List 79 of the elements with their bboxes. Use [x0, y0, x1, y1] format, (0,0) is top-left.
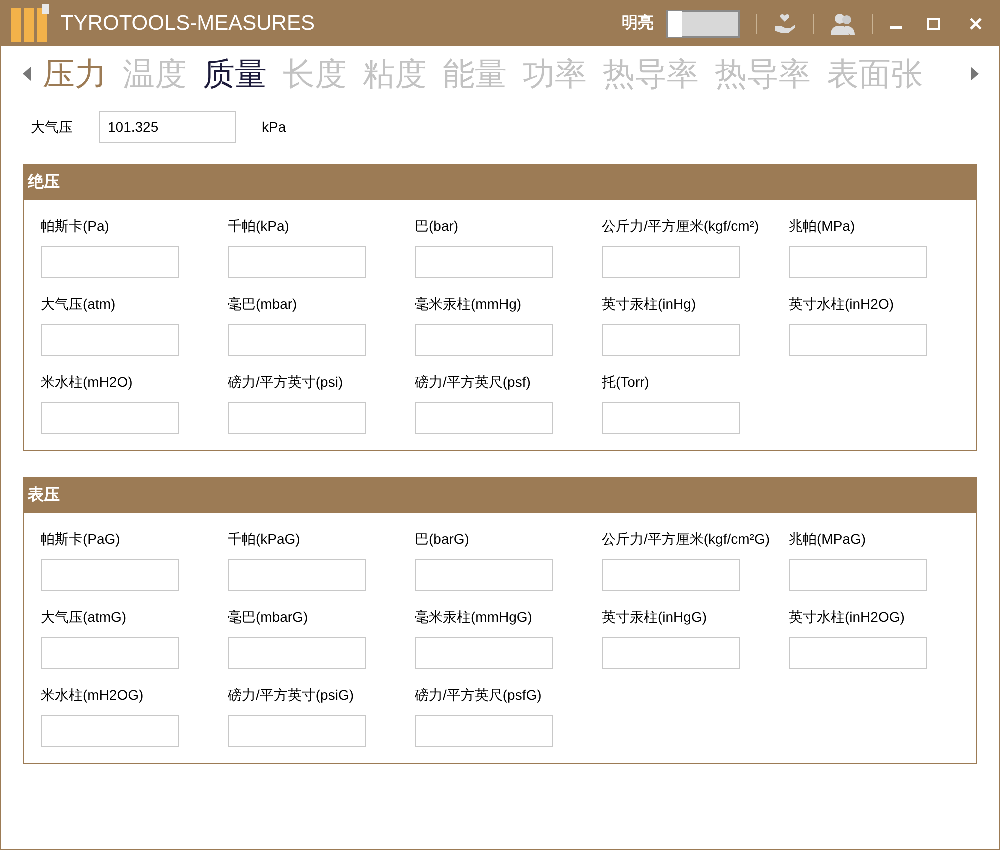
value-input[interactable] — [41, 246, 179, 278]
value-input[interactable] — [228, 559, 366, 591]
unit-label: 英寸水柱(inH2OG) — [789, 608, 906, 627]
tab[interactable]: 长度 — [283, 58, 347, 90]
unit-label: 公斤力/平方厘米(kgf/cm²) — [602, 217, 760, 236]
tab[interactable]: 温度 — [123, 58, 187, 90]
unit-label: 托(Torr) — [602, 373, 650, 392]
value-input[interactable] — [602, 324, 740, 356]
unit-label: 英寸水柱(inH2O) — [789, 295, 896, 314]
value-input[interactable] — [415, 324, 553, 356]
value-input[interactable] — [41, 637, 179, 669]
value-input[interactable] — [602, 402, 740, 434]
tab[interactable]: 质量 — [203, 58, 267, 90]
unit-label: 公斤力/平方厘米(kgf/cm²G) — [602, 530, 771, 549]
left-arrow-icon[interactable] — [23, 67, 31, 81]
unit-label: 千帕(kPaG) — [228, 530, 302, 549]
right-arrow-icon[interactable] — [971, 67, 979, 81]
unit-label: kPa — [262, 118, 286, 136]
unit-label: 巴(barG) — [415, 530, 470, 549]
value-input[interactable] — [415, 559, 553, 591]
value-input[interactable] — [415, 637, 553, 669]
value-input[interactable] — [228, 715, 366, 747]
atmosphere-label: 大气压 — [31, 118, 74, 136]
unit-label: 帕斯卡(PaG) — [41, 530, 122, 549]
value-input[interactable] — [789, 246, 927, 278]
close-icon[interactable] — [969, 16, 983, 30]
unit-label: 磅力/平方英寸(psi) — [228, 373, 344, 392]
tab[interactable]: 热导率 — [603, 58, 699, 90]
unit-label: 磅力/平方英尺(psf) — [415, 373, 532, 392]
unit-label: 大气压(atm) — [41, 295, 117, 314]
unit-label: 英寸汞柱(inHgG) — [602, 608, 708, 627]
unit-label: 磅力/平方英寸(psiG) — [228, 686, 355, 705]
maximize-icon[interactable] — [927, 16, 941, 30]
tab[interactable]: 压力 — [43, 58, 107, 90]
hand-heart-icon[interactable] — [773, 12, 797, 36]
unit-label: 毫巴(mbar) — [228, 295, 298, 314]
unit-label: 兆帕(MPaG) — [789, 530, 867, 549]
value-input[interactable] — [228, 637, 366, 669]
theme-label: 明亮 — [622, 13, 654, 34]
unit-label: 巴(bar) — [415, 217, 460, 236]
unit-label: 米水柱(mH2O) — [41, 373, 134, 392]
unit-label: 磅力/平方英尺(psfG) — [415, 686, 543, 705]
value-input[interactable] — [41, 402, 179, 434]
unit-label: 千帕(kPa) — [228, 217, 290, 236]
tab[interactable]: 能量 — [443, 58, 507, 90]
unit-label: 英寸汞柱(inHg) — [602, 295, 698, 314]
unit-label: 大气压(atmG) — [41, 608, 128, 627]
unit-label: 兆帕(MPa) — [789, 217, 856, 236]
value-input[interactable] — [415, 402, 553, 434]
tab[interactable]: 表面张 — [827, 58, 923, 90]
unit-label: 米水柱(mH2OG) — [41, 686, 145, 705]
value-input[interactable] — [602, 246, 740, 278]
theme-toggle[interactable] — [666, 10, 740, 38]
unit-label: 毫米汞柱(mmHgG) — [415, 608, 534, 627]
value-input[interactable] — [789, 637, 927, 669]
value-input[interactable] — [228, 246, 366, 278]
section-header: 绝压 — [24, 165, 976, 200]
value-input[interactable] — [41, 559, 179, 591]
value-input[interactable] — [415, 715, 553, 747]
value-input[interactable] — [41, 324, 179, 356]
value-input[interactable] — [228, 324, 366, 356]
unit-label: 毫米汞柱(mmHg) — [415, 295, 523, 314]
value-input[interactable] — [602, 637, 740, 669]
tab[interactable]: 热导率 — [715, 58, 811, 90]
value-input[interactable] — [789, 559, 927, 591]
unit-label: 帕斯卡(Pa) — [41, 217, 110, 236]
unit-label: 毫巴(mbarG) — [228, 608, 310, 627]
value-input[interactable] — [415, 246, 553, 278]
value-input[interactable] — [41, 715, 179, 747]
value-input[interactable] — [602, 559, 740, 591]
users-icon[interactable] — [830, 12, 856, 36]
window-title: TYROTOOLS-MEASURES — [61, 10, 315, 37]
value-input[interactable] — [789, 324, 927, 356]
tab[interactable]: 功率 — [523, 58, 587, 90]
section-header: 表压 — [24, 478, 976, 513]
tab[interactable]: 粘度 — [363, 58, 427, 90]
atmosphere-input[interactable]: 101.325 — [99, 111, 236, 143]
app-logo-icon — [9, 4, 49, 44]
value-input[interactable] — [228, 402, 366, 434]
